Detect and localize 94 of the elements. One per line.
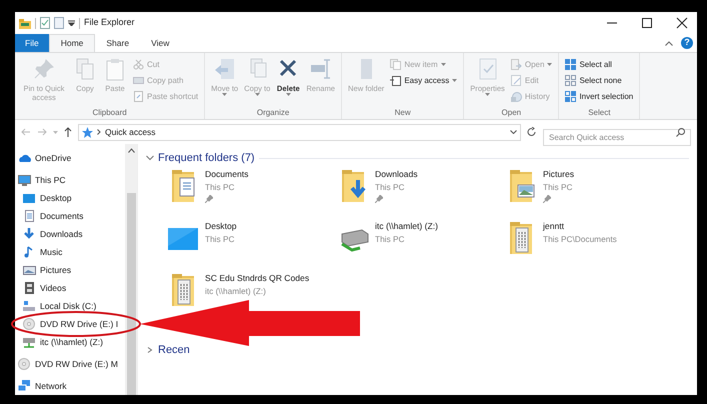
open-icon — [510, 59, 522, 70]
sidebar-item[interactable]: DVD RW Drive (E:) M — [15, 355, 125, 373]
drive-icon — [23, 300, 36, 312]
desktop-icon — [23, 192, 36, 204]
ribbon-command[interactable]: Select all — [563, 57, 636, 72]
sidebar-item[interactable]: Local Disk (C:) — [15, 297, 125, 315]
pictures-icon — [23, 264, 36, 276]
search-icon — [676, 128, 685, 136]
folder-icon[interactable] — [19, 18, 31, 28]
disc-icon — [18, 358, 31, 370]
section-header[interactable]: Frequent folders (7) — [158, 150, 255, 166]
network-icon — [18, 380, 31, 392]
up-icon[interactable] — [64, 127, 72, 137]
ribbon-tab[interactable]: View — [140, 34, 180, 52]
select-none-icon — [565, 75, 576, 86]
easy-access-icon — [390, 75, 402, 86]
sidebar-item[interactable]: itc (\\hamlet) (Z:) — [15, 333, 125, 351]
ribbon-tab[interactable]: Share — [95, 34, 140, 52]
group-label: Clipboard — [91, 107, 128, 119]
folder-name[interactable]: jenntt — [543, 220, 617, 233]
network-drive-icon — [23, 336, 36, 348]
folder-name[interactable]: Documents — [205, 168, 248, 181]
sidebar-item[interactable]: OneDrive — [15, 149, 125, 167]
close-icon — [674, 17, 690, 29]
folder-location: This PC — [543, 180, 574, 194]
sidebar-item[interactable]: Desktop — [15, 189, 125, 207]
caret-icon — [440, 63, 446, 66]
address-bar[interactable]: Quick access — [78, 124, 521, 140]
sidebar-item[interactable]: Videos — [15, 279, 125, 297]
invert-selection-icon — [565, 91, 576, 102]
scroll-up-icon[interactable] — [128, 148, 134, 153]
folder-location: itc (\\hamlet) (Z:) — [205, 284, 267, 298]
scissors-icon — [133, 59, 144, 70]
folder-name[interactable]: Desktop — [205, 220, 237, 233]
folder-location: This PC — [205, 180, 236, 194]
caret-icon — [222, 93, 228, 96]
documents-icon — [23, 210, 36, 222]
properties-icon[interactable] — [40, 17, 50, 29]
folder-location: This PC — [375, 180, 406, 194]
sidebar-item[interactable]: Music — [15, 243, 125, 261]
folder-name[interactable]: itc (\\hamlet) (Z:) — [375, 220, 438, 233]
videos-icon — [23, 282, 36, 294]
sidebar-item[interactable]: This PC — [15, 171, 125, 189]
expand-chevron-icon[interactable] — [146, 347, 154, 353]
collapse-ribbon-icon[interactable] — [665, 40, 673, 46]
folder-location: This PC — [205, 232, 236, 246]
shortcut-icon — [133, 91, 144, 102]
caret-icon — [485, 93, 490, 96]
group-label: Organize — [256, 107, 290, 119]
window-title: File Explorer — [84, 16, 135, 30]
disc-icon — [23, 318, 36, 330]
ribbon-command[interactable]: Invert selection — [563, 89, 636, 104]
move-icon — [212, 57, 237, 81]
help-button[interactable]: ? — [681, 37, 693, 49]
dropdown-icon[interactable] — [510, 130, 517, 134]
pin-icon — [32, 57, 56, 81]
section-header[interactable]: Recen — [158, 342, 190, 358]
sidebar-item[interactable]: Documents — [15, 207, 125, 225]
history-icon — [510, 91, 522, 102]
computer-icon — [18, 174, 31, 186]
folder-name[interactable]: SC Edu Stndrds QR Codes — [205, 272, 310, 285]
caret-icon — [452, 79, 458, 82]
group-label: Open — [500, 107, 522, 119]
new-item-icon — [390, 59, 402, 70]
caret-icon — [286, 93, 291, 96]
ribbon-command[interactable]: Select none — [563, 73, 636, 88]
sidebar-item[interactable]: Pictures — [15, 261, 125, 279]
sidebar-item[interactable]: Network — [15, 377, 125, 395]
star-icon — [82, 126, 93, 138]
folder-name[interactable]: Downloads — [375, 168, 418, 181]
group-label: Select — [587, 107, 612, 119]
scrollbar[interactable] — [125, 144, 137, 395]
group-label: New — [394, 107, 412, 119]
select-all-icon — [565, 59, 576, 70]
sidebar-item[interactable]: Downloads — [15, 225, 125, 243]
cloud-icon — [18, 152, 31, 164]
search-field[interactable]: Search Quick access — [543, 128, 691, 146]
sidebar-item[interactable]: DVD RW Drive (E:) I — [15, 315, 125, 333]
rename-icon — [308, 57, 333, 81]
ribbon-tab[interactable]: Home — [48, 34, 96, 52]
folder-location: This PC\Documents — [543, 232, 617, 246]
ribbon-command[interactable]: Easy access — [388, 73, 460, 88]
folder-name[interactable]: Pictures — [543, 168, 574, 181]
path-icon — [133, 75, 144, 86]
chevron-icon — [97, 129, 101, 135]
caret-icon — [547, 63, 552, 66]
caret-icon — [254, 93, 260, 96]
edit-icon — [510, 75, 522, 86]
file-tab[interactable]: File — [15, 34, 49, 52]
collapse-chevron-icon[interactable] — [146, 155, 154, 161]
refresh-icon[interactable] — [527, 127, 537, 137]
download-icon — [23, 228, 36, 240]
customize-caret-icon[interactable] — [68, 20, 75, 26]
folder-location: This PC — [375, 232, 406, 246]
